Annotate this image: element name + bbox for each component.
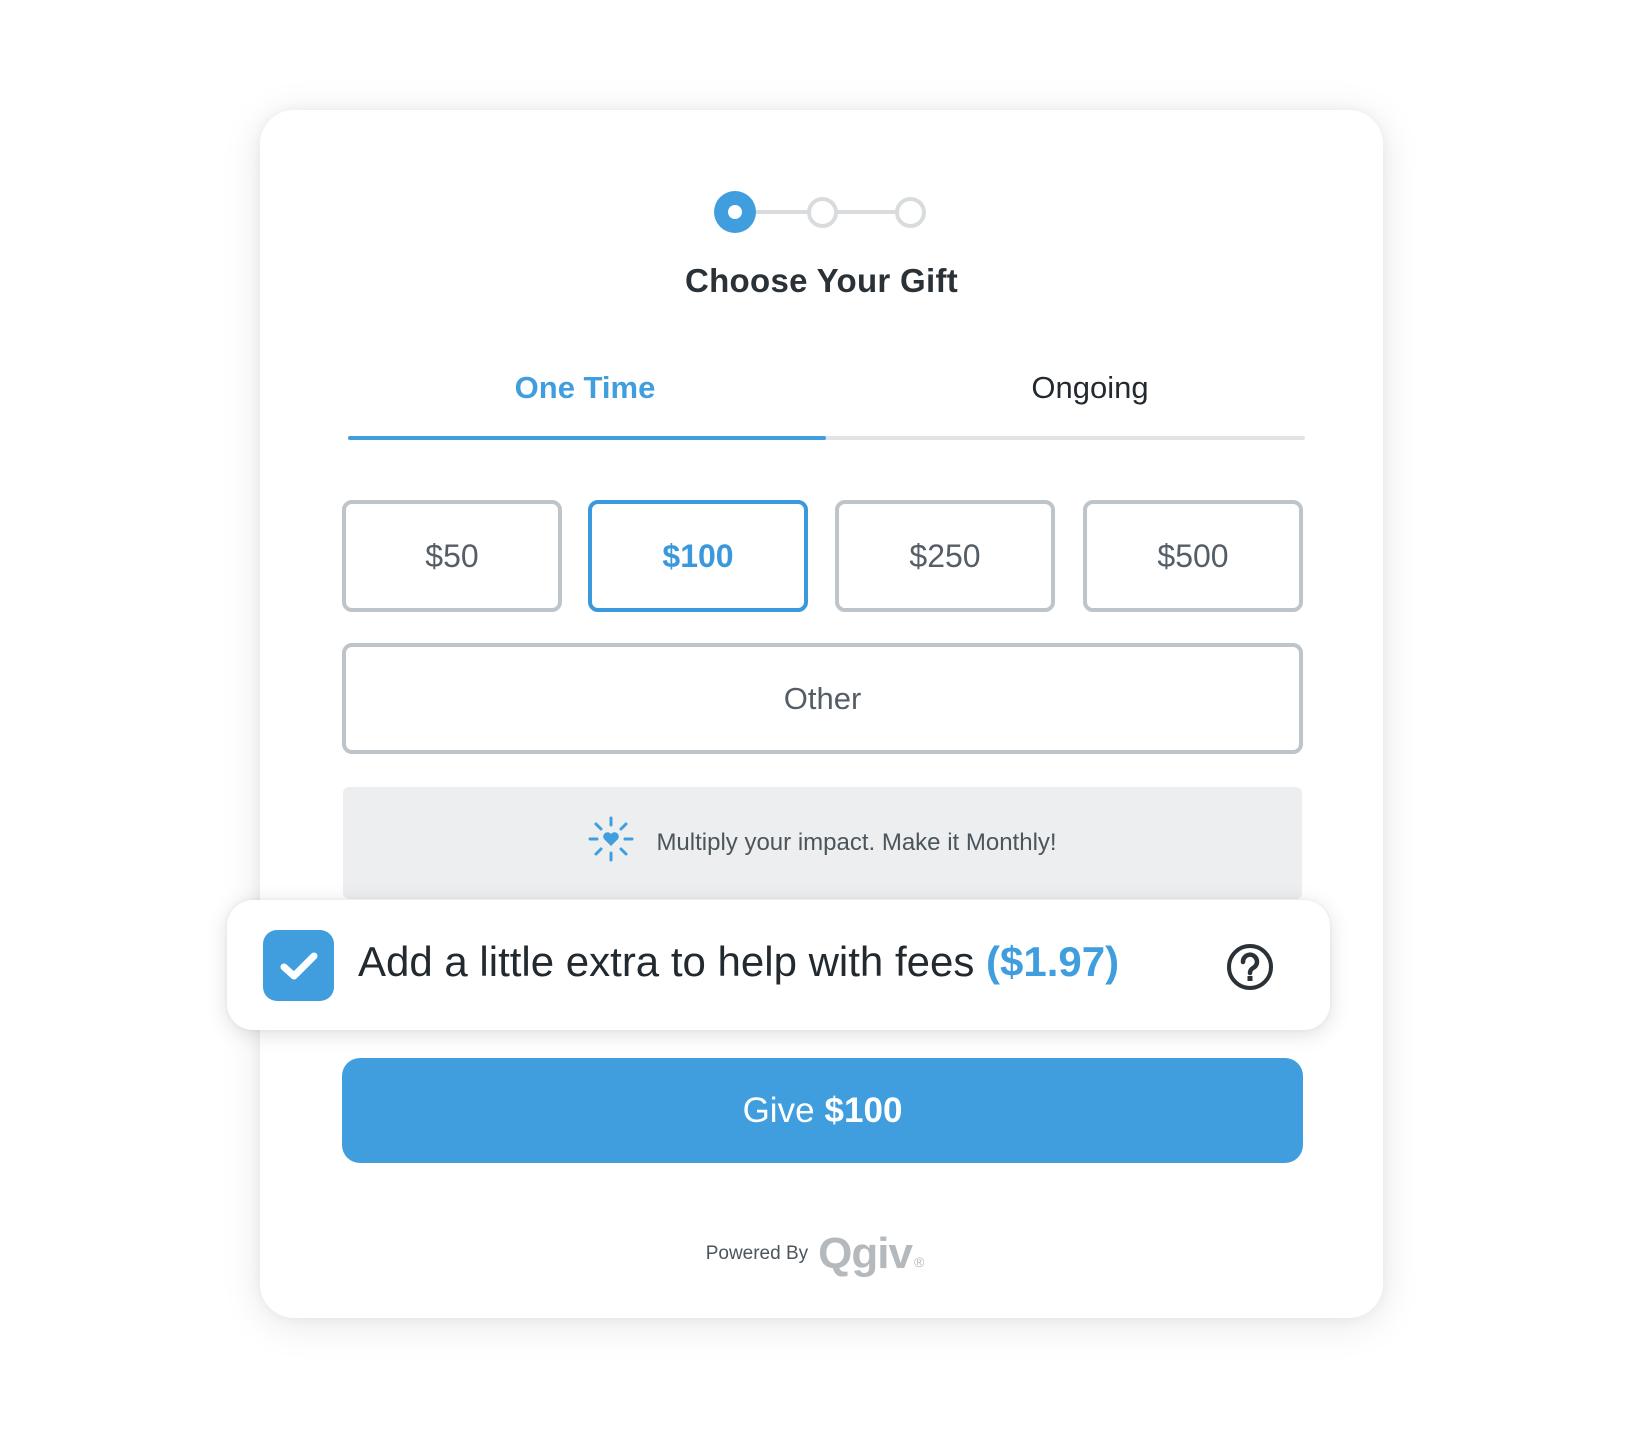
cover-fees-label: Add a little extra to help with fees ($1… (358, 938, 1119, 986)
question-circle-icon[interactable] (1226, 943, 1274, 991)
step-3-indicator (895, 197, 926, 228)
give-button-amount: $100 (824, 1090, 903, 1130)
tab-one-time[interactable]: One Time (345, 370, 825, 406)
give-button-prefix: Give (742, 1090, 815, 1130)
stepper-connector (752, 210, 812, 214)
page-title: Choose Your Gift (684, 262, 959, 299)
step-2-indicator (807, 197, 838, 228)
sparkle-heart-icon (588, 816, 634, 869)
cover-fees-text: Add a little extra to help with fees (358, 938, 975, 985)
powered-by-footer: Powered By Qgiv ® (0, 1232, 1640, 1276)
step-1-indicator (714, 191, 756, 233)
cover-fees-panel: Add a little extra to help with fees ($1… (227, 900, 1330, 1030)
upsell-text: Multiply your impact. Make it Monthly! (656, 829, 1057, 856)
qgiv-logo[interactable]: Qgiv (818, 1232, 913, 1276)
other-amount-button[interactable]: Other (342, 643, 1303, 754)
tab-ongoing[interactable]: Ongoing (850, 370, 1330, 406)
amount-option-500[interactable]: $500 (1083, 500, 1303, 612)
give-button[interactable]: Give $100 (342, 1058, 1303, 1163)
checkmark-icon (280, 952, 317, 979)
amount-option-250[interactable]: $250 (835, 500, 1055, 612)
amount-option-50[interactable]: $50 (342, 500, 562, 612)
stepper-connector (836, 210, 896, 214)
powered-by-label: Powered By (705, 1243, 809, 1264)
fee-amount: ($1.97) (986, 938, 1120, 985)
cover-fees-checkbox[interactable] (263, 930, 334, 1001)
amount-option-100[interactable]: $100 (588, 500, 808, 612)
registered-mark: ® (913, 1254, 925, 1270)
tab-active-indicator (348, 436, 826, 440)
monthly-upsell-banner[interactable]: Multiply your impact. Make it Monthly! (343, 787, 1302, 899)
